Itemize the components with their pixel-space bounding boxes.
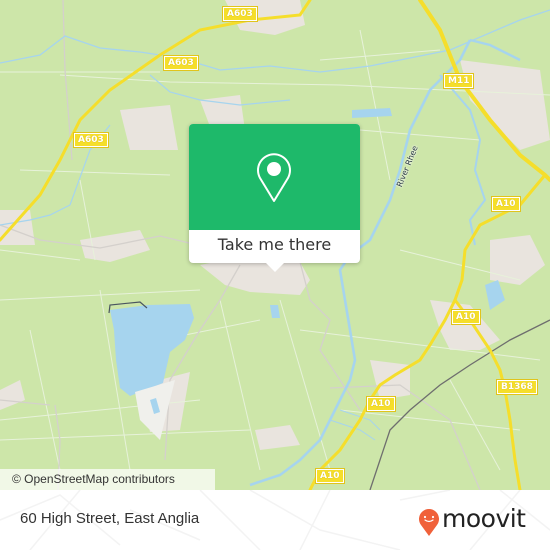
road-shield-a10: A10 xyxy=(366,396,396,412)
road-shield-b1368: B1368 xyxy=(496,379,538,395)
moovit-wordmark: moovit xyxy=(442,504,526,533)
moovit-smiley-pin-icon xyxy=(419,509,439,536)
road-shield-a10: A10 xyxy=(491,196,521,212)
map-view[interactable]: A603 A603 A603 M11 A10 A10 A10 A10 B1368… xyxy=(0,0,550,490)
location-popup: Take me there xyxy=(189,124,360,272)
road-shield-a603: A603 xyxy=(73,132,109,148)
reservoirs xyxy=(352,108,392,118)
take-me-there-button[interactable]: Take me there xyxy=(189,230,360,263)
road-shield-a603: A603 xyxy=(222,6,258,22)
road-shield-a603: A603 xyxy=(163,55,199,71)
road-shield-a10: A10 xyxy=(315,468,345,484)
road-shield-m11: M11 xyxy=(442,73,475,89)
popup-tail xyxy=(266,263,284,272)
address-label: 60 High Street, East Anglia xyxy=(20,510,200,527)
map-pin-icon xyxy=(257,153,291,202)
popup-header xyxy=(189,124,360,230)
moovit-logo[interactable]: moovit xyxy=(418,504,538,537)
map-attribution[interactable]: © OpenStreetMap contributors xyxy=(0,469,215,490)
road-shield-a10: A10 xyxy=(451,309,481,325)
footer-bar: 60 High Street, East Anglia moovit xyxy=(0,490,550,550)
pond xyxy=(270,305,280,318)
